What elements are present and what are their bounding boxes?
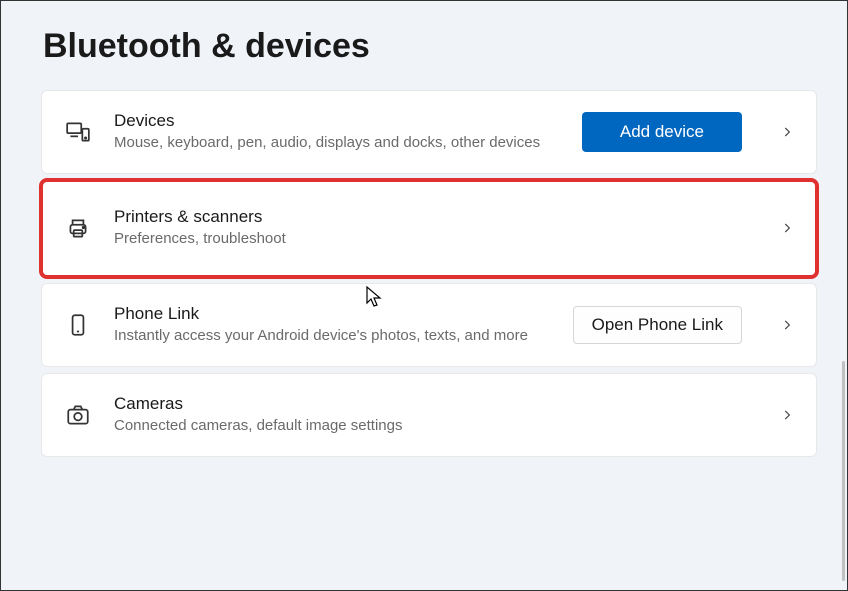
- settings-item-subtitle: Connected cameras, default image setting…: [114, 416, 730, 436]
- settings-item-title: Devices: [114, 111, 548, 131]
- settings-item-subtitle: Mouse, keyboard, pen, audio, displays an…: [114, 133, 548, 153]
- open-phone-link-button[interactable]: Open Phone Link: [573, 306, 742, 344]
- settings-item-title: Printers & scanners: [114, 207, 730, 227]
- chevron-right-icon: [780, 125, 794, 139]
- settings-item-title: Phone Link: [114, 304, 539, 324]
- settings-item-devices[interactable]: Devices Mouse, keyboard, pen, audio, dis…: [41, 90, 817, 174]
- add-device-button[interactable]: Add device: [582, 112, 742, 152]
- settings-item-subtitle: Preferences, troubleshoot: [114, 229, 730, 249]
- phone-icon: [64, 311, 92, 339]
- chevron-right-icon: [780, 221, 794, 235]
- devices-icon: [64, 118, 92, 146]
- settings-item-subtitle: Instantly access your Android device's p…: [114, 326, 539, 346]
- settings-item-text: Cameras Connected cameras, default image…: [114, 394, 742, 436]
- settings-item-text: Phone Link Instantly access your Android…: [114, 304, 551, 346]
- settings-item-text: Printers & scanners Preferences, trouble…: [114, 207, 742, 249]
- settings-item-text: Devices Mouse, keyboard, pen, audio, dis…: [114, 111, 560, 153]
- chevron-right-icon: [780, 318, 794, 332]
- page-title: Bluetooth & devices: [1, 1, 847, 90]
- scrollbar[interactable]: [842, 361, 845, 581]
- chevron-right-icon: [780, 408, 794, 422]
- settings-item-cameras[interactable]: Cameras Connected cameras, default image…: [41, 373, 817, 457]
- settings-item-printers[interactable]: Printers & scanners Preferences, trouble…: [41, 180, 817, 276]
- settings-item-phone[interactable]: Phone Link Instantly access your Android…: [41, 283, 817, 367]
- printer-icon: [64, 214, 92, 242]
- camera-icon: [64, 401, 92, 429]
- settings-item-title: Cameras: [114, 394, 730, 414]
- settings-list: Devices Mouse, keyboard, pen, audio, dis…: [1, 90, 847, 457]
